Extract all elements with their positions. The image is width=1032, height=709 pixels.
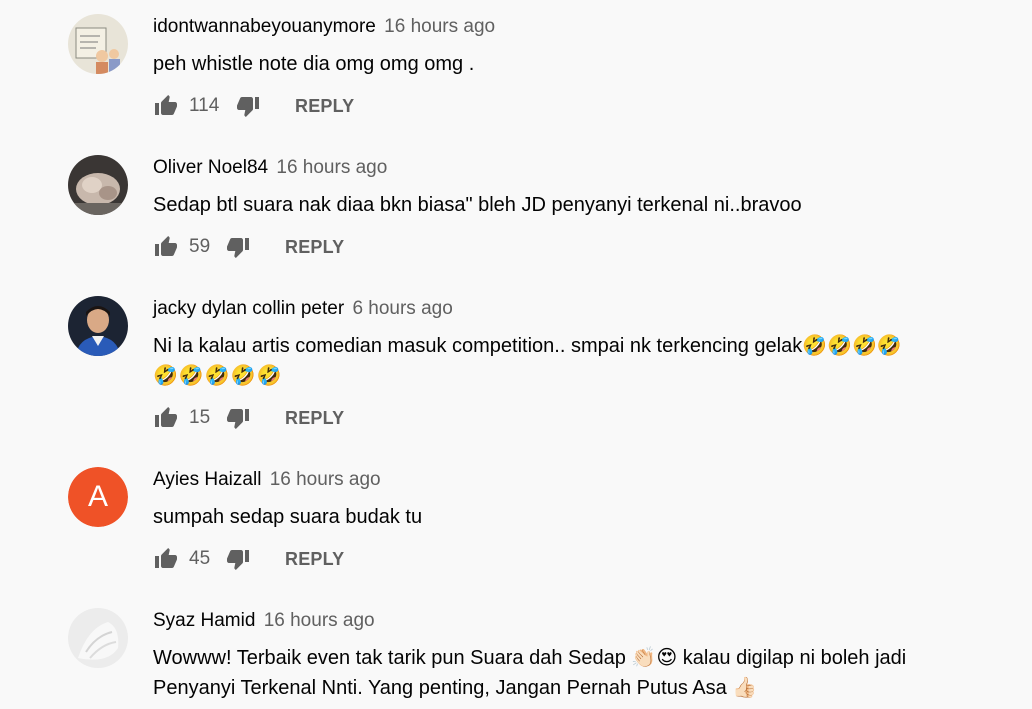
thumb-down-icon[interactable] bbox=[235, 93, 261, 119]
comment-text: Wowww! Terbaik even tak tarik pun Suara … bbox=[153, 643, 992, 703]
avatar[interactable] bbox=[68, 608, 128, 668]
comment-text-line: Ni la kalau artis comedian masuk competi… bbox=[153, 335, 902, 357]
avatar[interactable] bbox=[68, 296, 128, 356]
comment-text-line: 🤣🤣🤣🤣🤣 bbox=[153, 365, 283, 387]
thumb-up-icon[interactable] bbox=[153, 405, 179, 431]
like-count: 114 bbox=[189, 95, 220, 116]
comment-header: idontwannabeyouanymore 16 hours ago bbox=[153, 14, 992, 40]
avatar-image bbox=[68, 608, 128, 668]
avatar-image bbox=[68, 14, 128, 74]
comments-list: idontwannabeyouanymore 16 hours ago peh … bbox=[0, 0, 1032, 709]
comment-header: Ayies Haizall 16 hours ago bbox=[153, 467, 992, 493]
thumb-down-icon[interactable] bbox=[225, 546, 251, 572]
author-name[interactable]: Oliver Noel84 bbox=[153, 157, 268, 178]
thumb-down-icon[interactable] bbox=[225, 405, 251, 431]
like-count: 15 bbox=[189, 407, 211, 428]
comment-time[interactable]: 16 hours ago bbox=[384, 16, 495, 37]
avatar-image bbox=[68, 155, 128, 215]
reply-button[interactable]: REPLY bbox=[295, 96, 354, 117]
comment-time[interactable]: 16 hours ago bbox=[270, 469, 381, 490]
author-name[interactable]: idontwannabeyouanymore bbox=[153, 16, 376, 37]
comment-actions: 114 REPLY bbox=[153, 93, 992, 119]
avatar[interactable]: A bbox=[68, 467, 128, 527]
comment-actions: 59 REPLY bbox=[153, 234, 992, 260]
comment-text-line: Penyanyi Terkenal Nnti. Yang penting, Ja… bbox=[153, 677, 758, 699]
comment-time[interactable]: 16 hours ago bbox=[264, 610, 375, 631]
author-name[interactable]: jacky dylan collin peter bbox=[153, 298, 344, 319]
comment-text-line: Wowww! Terbaik even tak tarik pun Suara … bbox=[153, 647, 907, 669]
reply-button[interactable]: REPLY bbox=[285, 237, 344, 258]
comment-text: Sedap btl suara nak diaa bkn biasa" bleh… bbox=[153, 194, 802, 216]
comment-time[interactable]: 6 hours ago bbox=[352, 298, 452, 319]
comment-header: Oliver Noel84 16 hours ago bbox=[153, 155, 992, 181]
thumb-up-icon[interactable] bbox=[153, 234, 179, 260]
thumb-down-icon[interactable] bbox=[225, 234, 251, 260]
author-name[interactable]: Syaz Hamid bbox=[153, 610, 255, 631]
author-name[interactable]: Ayies Haizall bbox=[153, 469, 261, 490]
avatar-letter: A bbox=[68, 467, 128, 527]
thumb-up-icon[interactable] bbox=[153, 93, 179, 119]
reply-button[interactable]: REPLY bbox=[285, 408, 344, 429]
comment-text: peh whistle note dia omg omg omg . bbox=[153, 53, 475, 75]
comment-text: Ni la kalau artis comedian masuk competi… bbox=[153, 331, 992, 391]
avatar[interactable] bbox=[68, 155, 128, 215]
comment-actions: 15 REPLY bbox=[153, 405, 992, 431]
comment-text: sumpah sedap suara budak tu bbox=[153, 506, 423, 528]
thumb-up-icon[interactable] bbox=[153, 546, 179, 572]
avatar[interactable] bbox=[68, 14, 128, 74]
like-count: 59 bbox=[189, 236, 211, 257]
comment-time[interactable]: 16 hours ago bbox=[276, 157, 387, 178]
comment-header: Syaz Hamid 16 hours ago bbox=[153, 608, 992, 634]
like-count: 45 bbox=[189, 548, 211, 569]
comment-header: jacky dylan collin peter 6 hours ago bbox=[153, 296, 992, 322]
reply-button[interactable]: REPLY bbox=[285, 549, 344, 570]
comment-actions: 45 REPLY bbox=[153, 546, 992, 572]
avatar-image bbox=[68, 296, 128, 356]
